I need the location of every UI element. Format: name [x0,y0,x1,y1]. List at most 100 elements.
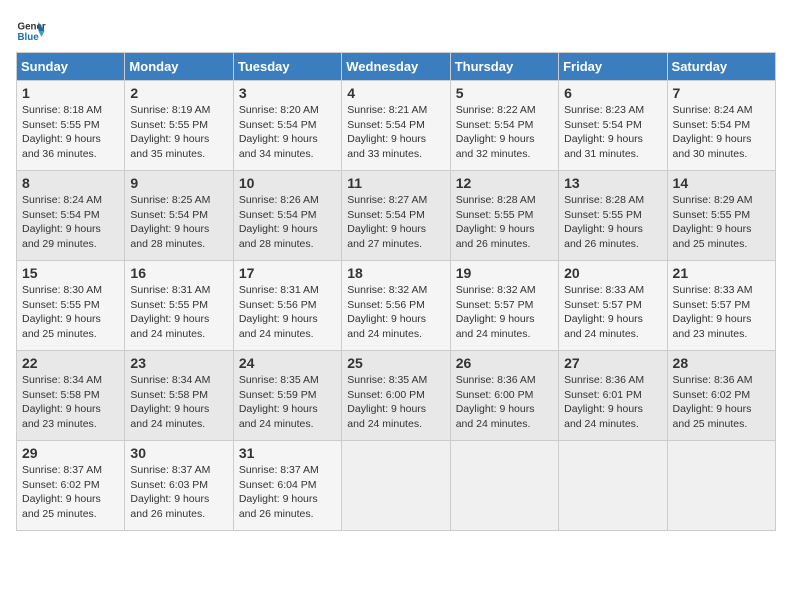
day-number: 17 [239,265,336,281]
day-cell: 3Sunrise: 8:20 AM Sunset: 5:54 PM Daylig… [233,81,341,171]
header-row: SundayMondayTuesdayWednesdayThursdayFrid… [17,53,776,81]
day-number: 12 [456,175,553,191]
day-cell [450,441,558,531]
day-info: Sunrise: 8:18 AM Sunset: 5:55 PM Dayligh… [22,103,119,162]
day-cell: 30 Sunrise: 8:37 AM Sunset: 6:03 PM Dayli… [125,441,233,531]
week-row-4: 22Sunrise: 8:34 AM Sunset: 5:58 PM Dayli… [17,351,776,441]
day-cell: 11Sunrise: 8:27 AM Sunset: 5:54 PM Dayli… [342,171,450,261]
day-number: 31 [239,445,336,461]
day-info: Sunrise: 8:21 AM Sunset: 5:54 PM Dayligh… [347,103,444,162]
day-number: 1 [22,85,119,101]
day-info: Sunrise: 8:31 AM Sunset: 5:55 PM Dayligh… [130,283,227,342]
day-info: Sunrise: 8:28 AM Sunset: 5:55 PM Dayligh… [564,193,661,252]
day-cell: 18 Sunrise: 8:32 AM Sunset: 5:56 PM Dayli… [342,261,450,351]
logo: General Blue [16,16,46,46]
calendar-table: SundayMondayTuesdayWednesdayThursdayFrid… [16,52,776,531]
day-info: Sunrise: 8:24 AM Sunset: 5:54 PM Dayligh… [673,103,770,162]
day-info: Sunrise: 8:36 AM Sunset: 6:01 PM Dayligh… [564,373,661,432]
day-number: 9 [130,175,227,191]
day-number: 19 [456,265,553,281]
day-cell: 15Sunrise: 8:30 AM Sunset: 5:55 PM Dayli… [17,261,125,351]
day-cell: 5 Sunrise: 8:22 AM Sunset: 5:54 PM Daylig… [450,81,558,171]
day-info: Sunrise: 8:36 AM Sunset: 6:00 PM Dayligh… [456,373,553,432]
day-cell: 7 Sunrise: 8:24 AM Sunset: 5:54 PM Daylig… [667,81,775,171]
day-number: 29 [22,445,119,461]
day-cell: 17 Sunrise: 8:31 AM Sunset: 5:56 PM Dayli… [233,261,341,351]
day-number: 14 [673,175,770,191]
day-info: Sunrise: 8:34 AM Sunset: 5:58 PM Dayligh… [130,373,227,432]
day-cell: 21Sunrise: 8:33 AM Sunset: 5:57 PM Dayli… [667,261,775,351]
day-number: 7 [673,85,770,101]
day-info: Sunrise: 8:22 AM Sunset: 5:54 PM Dayligh… [456,103,553,162]
day-number: 28 [673,355,770,371]
day-number: 26 [456,355,553,371]
day-info: Sunrise: 8:34 AM Sunset: 5:58 PM Dayligh… [22,373,119,432]
day-info: Sunrise: 8:33 AM Sunset: 5:57 PM Dayligh… [564,283,661,342]
day-header-sunday: Sunday [17,53,125,81]
day-cell [667,441,775,531]
day-number: 4 [347,85,444,101]
logo-icon: General Blue [16,16,46,46]
day-info: Sunrise: 8:35 AM Sunset: 5:59 PM Dayligh… [239,373,336,432]
day-number: 10 [239,175,336,191]
day-number: 18 [347,265,444,281]
page-header: General Blue [16,16,776,46]
day-info: Sunrise: 8:37 AM Sunset: 6:04 PM Dayligh… [239,463,336,522]
day-header-tuesday: Tuesday [233,53,341,81]
day-cell: 13 Sunrise: 8:28 AM Sunset: 5:55 PM Dayli… [559,171,667,261]
day-number: 23 [130,355,227,371]
day-cell: 29 Sunrise: 8:37 AM Sunset: 6:02 PM Dayli… [17,441,125,531]
day-cell: 20 Sunrise: 8:33 AM Sunset: 5:57 PM Dayli… [559,261,667,351]
day-header-thursday: Thursday [450,53,558,81]
day-number: 21 [673,265,770,281]
week-row-2: 8Sunrise: 8:24 AM Sunset: 5:54 PM Daylig… [17,171,776,261]
day-cell: 9 Sunrise: 8:25 AM Sunset: 5:54 PM Daylig… [125,171,233,261]
day-number: 3 [239,85,336,101]
day-number: 2 [130,85,227,101]
day-info: Sunrise: 8:23 AM Sunset: 5:54 PM Dayligh… [564,103,661,162]
week-row-1: 1 Sunrise: 8:18 AM Sunset: 5:55 PM Daylig… [17,81,776,171]
day-cell: 25 Sunrise: 8:35 AM Sunset: 6:00 PM Dayli… [342,351,450,441]
day-info: Sunrise: 8:32 AM Sunset: 5:57 PM Dayligh… [456,283,553,342]
svg-text:Blue: Blue [18,32,40,43]
day-number: 11 [347,175,444,191]
day-info: Sunrise: 8:19 AM Sunset: 5:55 PM Dayligh… [130,103,227,162]
day-cell: 8Sunrise: 8:24 AM Sunset: 5:54 PM Daylig… [17,171,125,261]
day-number: 5 [456,85,553,101]
day-number: 6 [564,85,661,101]
day-cell: 4 Sunrise: 8:21 AM Sunset: 5:54 PM Daylig… [342,81,450,171]
day-info: Sunrise: 8:31 AM Sunset: 5:56 PM Dayligh… [239,283,336,342]
day-cell: 22Sunrise: 8:34 AM Sunset: 5:58 PM Dayli… [17,351,125,441]
day-info: Sunrise: 8:24 AM Sunset: 5:54 PM Dayligh… [22,193,119,252]
day-number: 25 [347,355,444,371]
day-number: 30 [130,445,227,461]
day-cell: 1 Sunrise: 8:18 AM Sunset: 5:55 PM Daylig… [17,81,125,171]
day-info: Sunrise: 8:37 AM Sunset: 6:02 PM Dayligh… [22,463,119,522]
day-info: Sunrise: 8:32 AM Sunset: 5:56 PM Dayligh… [347,283,444,342]
day-number: 13 [564,175,661,191]
day-header-friday: Friday [559,53,667,81]
day-info: Sunrise: 8:37 AM Sunset: 6:03 PM Dayligh… [130,463,227,522]
day-cell: 28 Sunrise: 8:36 AM Sunset: 6:02 PM Dayli… [667,351,775,441]
day-info: Sunrise: 8:26 AM Sunset: 5:54 PM Dayligh… [239,193,336,252]
day-number: 16 [130,265,227,281]
day-header-wednesday: Wednesday [342,53,450,81]
day-cell: 31 Sunrise: 8:37 AM Sunset: 6:04 PM Dayli… [233,441,341,531]
day-cell [559,441,667,531]
day-cell: 27 Sunrise: 8:36 AM Sunset: 6:01 PM Dayli… [559,351,667,441]
day-info: Sunrise: 8:36 AM Sunset: 6:02 PM Dayligh… [673,373,770,432]
day-number: 20 [564,265,661,281]
day-info: Sunrise: 8:35 AM Sunset: 6:00 PM Dayligh… [347,373,444,432]
day-number: 24 [239,355,336,371]
day-cell: 16 Sunrise: 8:31 AM Sunset: 5:55 PM Dayli… [125,261,233,351]
day-cell: 2 Sunrise: 8:19 AM Sunset: 5:55 PM Daylig… [125,81,233,171]
day-cell: 6 Sunrise: 8:23 AM Sunset: 5:54 PM Daylig… [559,81,667,171]
day-cell: 14Sunrise: 8:29 AM Sunset: 5:55 PM Dayli… [667,171,775,261]
day-header-saturday: Saturday [667,53,775,81]
day-info: Sunrise: 8:28 AM Sunset: 5:55 PM Dayligh… [456,193,553,252]
day-info: Sunrise: 8:25 AM Sunset: 5:54 PM Dayligh… [130,193,227,252]
day-number: 27 [564,355,661,371]
day-cell: 24 Sunrise: 8:35 AM Sunset: 5:59 PM Dayli… [233,351,341,441]
day-number: 15 [22,265,119,281]
day-cell: 12 Sunrise: 8:28 AM Sunset: 5:55 PM Dayli… [450,171,558,261]
